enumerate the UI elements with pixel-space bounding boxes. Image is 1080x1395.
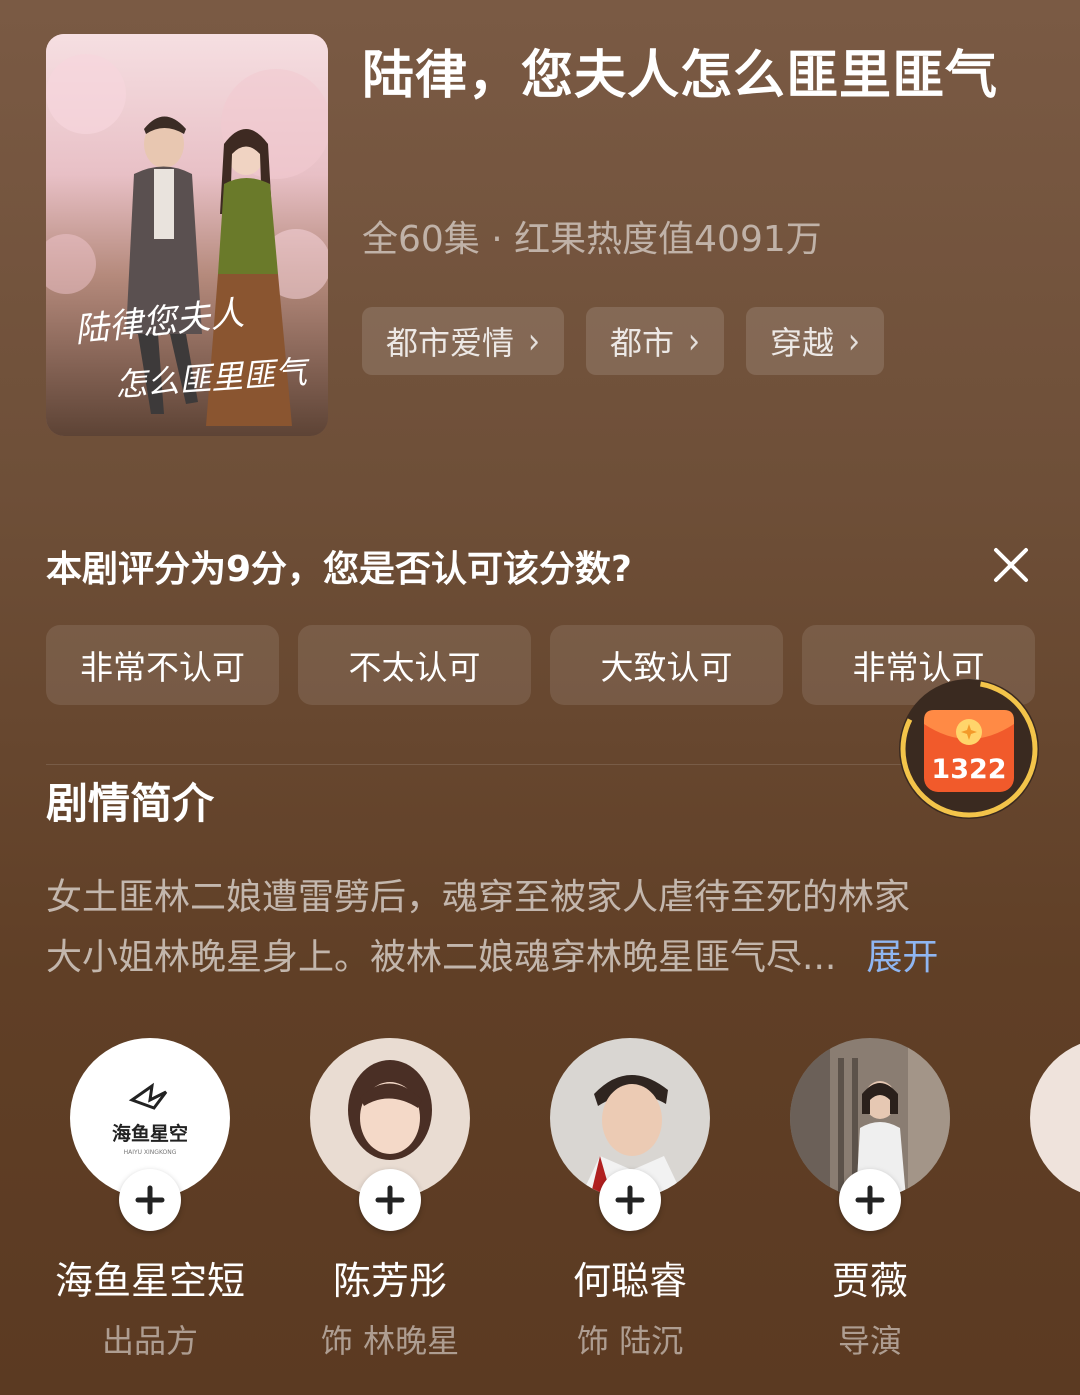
drama-meta: 全60集 · 红果热度值4091万 — [362, 219, 822, 260]
cast-name: 何聪睿 — [572, 1259, 687, 1303]
tag-label: 都市 — [610, 324, 675, 362]
rating-option-strongly-disagree[interactable]: 非常不认可 — [46, 625, 279, 705]
close-icon[interactable] — [990, 544, 1032, 586]
drama-poster[interactable]: 陆律您夫人 怎么匪里匪气 — [46, 34, 328, 436]
tag-urban[interactable]: 都市 › — [586, 307, 725, 375]
svg-text:海鱼星空: 海鱼星空 — [112, 1122, 188, 1145]
synopsis-line-2-text: 大小姐林晚星身上。被林二娘魂穿林晚星匪气尽... — [46, 937, 837, 978]
rating-question: 本剧评分为9分，您是否认可该分数? — [46, 549, 632, 590]
synopsis-line-1: 女土匪林二娘遭雷劈后，魂穿至被家人虐待至死的林家 — [46, 877, 911, 918]
cast-role: 饰 林晚星 — [320, 1322, 460, 1360]
avatar — [1030, 1038, 1080, 1198]
chevron-right-icon: › — [528, 320, 541, 362]
rating-option-disagree[interactable]: 不太认可 — [298, 625, 531, 705]
chevron-right-icon: › — [688, 320, 701, 362]
drama-title: 陆律，您夫人怎么匪里匪气 — [362, 46, 999, 106]
rating-options: 非常不认可 不太认可 大致认可 非常认可 — [46, 625, 1035, 705]
genre-tags: 都市爱情 › 都市 › 穿越 › — [362, 307, 885, 375]
tag-label: 穿越 — [770, 324, 835, 362]
rating-option-agree[interactable]: 大致认可 — [550, 625, 783, 705]
cast-name: 贾薇 — [831, 1259, 908, 1303]
synopsis-heading: 剧情简介 — [46, 779, 215, 828]
cast-name: 陈芳彤 — [332, 1259, 447, 1303]
svg-text:HAIYU XINGKONG: HAIYU XINGKONG — [124, 1149, 177, 1156]
expand-link[interactable]: 展开 — [866, 937, 938, 978]
divider — [46, 764, 1034, 765]
tag-time-travel[interactable]: 穿越 › — [746, 307, 885, 375]
cast-role: 饰 — [990, 1316, 1080, 1362]
cast-name: 海鱼星空短 — [54, 1259, 245, 1303]
cast-role: 饰 陆沉 — [576, 1322, 684, 1360]
follow-plus-icon[interactable] — [599, 1169, 661, 1231]
red-packet-widget[interactable]: 1322 — [896, 676, 1042, 822]
synopsis-text: 女土匪林二娘遭雷劈后，魂穿至被家人虐待至死的林家 大小姐林晚星身上。被林二娘魂穿… — [46, 868, 1036, 988]
red-packet-count: 1322 — [931, 754, 1006, 785]
synopsis-line-2: 大小姐林晚星身上。被林二娘魂穿林晚星匪气尽... 展开 — [46, 928, 1036, 988]
cast-list: 海鱼星空 HAIYU XINGKONG 海鱼星空短 出品方 陈芳彤 饰 林晚星 — [0, 1038, 1080, 1395]
cast-role: 出品方 — [101, 1322, 198, 1360]
follow-plus-icon[interactable] — [839, 1169, 901, 1231]
tag-label: 都市爱情 — [386, 324, 515, 362]
chevron-right-icon: › — [848, 320, 861, 362]
follow-plus-icon[interactable] — [359, 1169, 421, 1231]
follow-plus-icon[interactable] — [119, 1169, 181, 1231]
cast-name: 张 — [990, 1250, 1080, 1305]
cast-role: 导演 — [837, 1322, 902, 1360]
tag-urban-romance[interactable]: 都市爱情 › — [362, 307, 565, 375]
